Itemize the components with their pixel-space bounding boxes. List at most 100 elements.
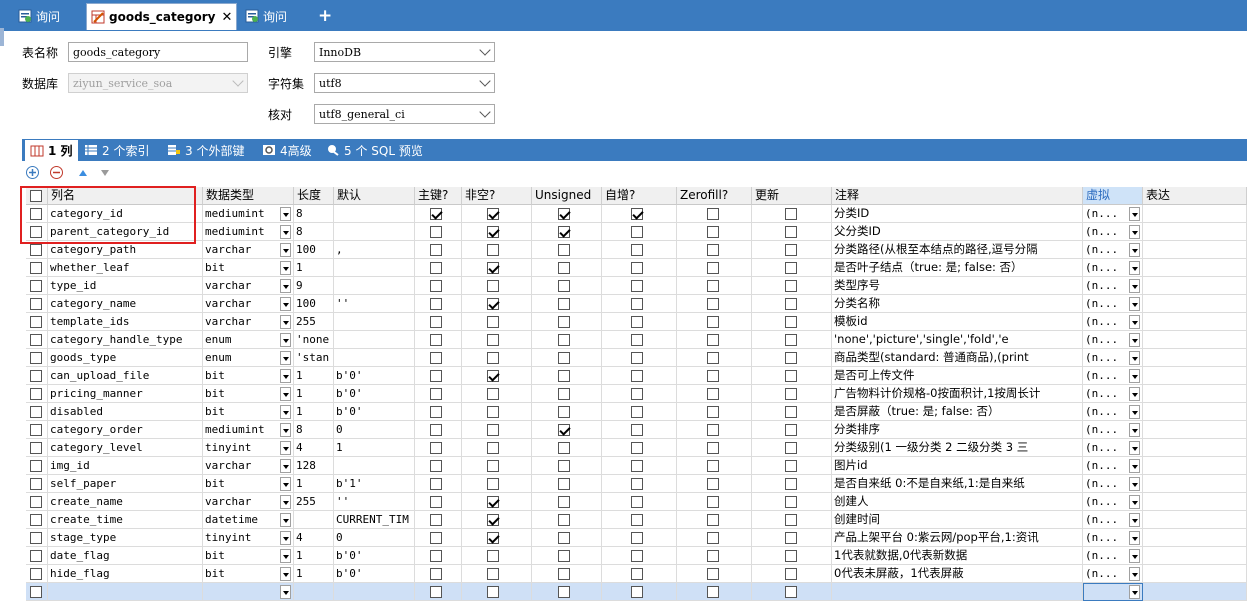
comment-cell[interactable]: 产品上架平台 0:紫云网/pop平台,1:资讯 (832, 529, 1083, 547)
primary-key-checkbox[interactable] (430, 352, 442, 364)
unsigned-checkbox[interactable] (558, 370, 570, 382)
table-row[interactable]: can_upload_file bit 1 b'0' 是否可上传文件 (n... (26, 367, 1247, 385)
row-select-checkbox[interactable] (30, 514, 42, 526)
table-row[interactable]: pricing_manner bit 1 b'0' 广告物料计价规格-0按面积计,1按周… (26, 385, 1247, 403)
expression-cell[interactable] (1143, 439, 1247, 457)
unsigned-checkbox[interactable] (558, 442, 570, 454)
auto-increment-checkbox[interactable] (631, 316, 643, 328)
on-update-checkbox[interactable] (785, 442, 797, 454)
row-select-checkbox[interactable] (30, 316, 42, 328)
table-name-input[interactable]: goods_category (68, 42, 248, 62)
default-cell[interactable] (334, 259, 415, 277)
move-up-icon[interactable] (78, 169, 88, 177)
length-cell[interactable]: 255 (294, 313, 334, 331)
type-dropdown-icon[interactable] (280, 495, 291, 509)
comment-cell[interactable]: 图片id (832, 457, 1083, 475)
table-row[interactable]: category_level tinyint 4 1 分类级别(1 一级分类 2 二级分… (26, 439, 1247, 457)
zerofill-checkbox[interactable] (707, 496, 719, 508)
table-row[interactable]: category_id mediumint 8 分类ID (n... (26, 205, 1247, 223)
on-update-checkbox[interactable] (785, 586, 797, 598)
type-dropdown-icon[interactable] (280, 423, 291, 437)
on-update-checkbox[interactable] (785, 550, 797, 562)
auto-increment-checkbox[interactable] (631, 406, 643, 418)
type-dropdown-icon[interactable] (280, 567, 291, 581)
tab-indexes[interactable]: 2 个索引 (84, 139, 149, 161)
type-dropdown-icon[interactable] (280, 351, 291, 365)
comment-cell[interactable]: 0代表未屏蔽，1代表屏蔽 (832, 565, 1083, 583)
comment-cell[interactable]: 是否可上传文件 (832, 367, 1083, 385)
comment-cell[interactable]: 是否屏蔽（true: 是; false: 否） (832, 403, 1083, 421)
primary-key-checkbox[interactable] (430, 406, 442, 418)
comment-cell[interactable]: 分类名称 (832, 295, 1083, 313)
default-cell[interactable]: b'1' (334, 475, 415, 493)
unsigned-checkbox[interactable] (558, 514, 570, 526)
not-null-checkbox[interactable] (487, 478, 499, 490)
column-name-cell[interactable]: hide_flag (48, 565, 203, 583)
tab-advanced[interactable]: 4高级 (262, 139, 312, 161)
length-cell[interactable]: 'stan (294, 349, 334, 367)
header-data-type[interactable]: 数据类型 (203, 187, 294, 205)
table-row[interactable]: category_path varchar 100, 分类路径(从根至本结点的路径,逗… (26, 241, 1247, 259)
length-cell[interactable]: 255 (294, 493, 334, 511)
header-length[interactable]: 长度 (294, 187, 334, 205)
zerofill-checkbox[interactable] (707, 478, 719, 490)
not-null-checkbox[interactable] (487, 334, 499, 346)
length-cell[interactable]: 1 (294, 475, 334, 493)
column-name-cell[interactable]: create_name (48, 493, 203, 511)
type-dropdown-icon[interactable] (280, 243, 291, 257)
on-update-checkbox[interactable] (785, 496, 797, 508)
primary-key-checkbox[interactable] (430, 262, 442, 274)
zerofill-checkbox[interactable] (707, 442, 719, 454)
length-cell[interactable]: 1 (294, 547, 334, 565)
table-row[interactable]: hide_flag bit 1 b'0' 0代表未屏蔽，1代表屏蔽 (n... (26, 565, 1247, 583)
zerofill-checkbox[interactable] (707, 514, 719, 526)
virtual-dropdown-icon[interactable] (1129, 297, 1140, 311)
auto-increment-checkbox[interactable] (631, 460, 643, 472)
on-update-checkbox[interactable] (785, 208, 797, 220)
column-name-cell[interactable]: pricing_manner (48, 385, 203, 403)
virtual-dropdown-icon[interactable] (1129, 315, 1140, 329)
expression-cell[interactable] (1143, 241, 1247, 259)
on-update-checkbox[interactable] (785, 334, 797, 346)
unsigned-checkbox[interactable] (558, 496, 570, 508)
tab-query-1[interactable]: 询问 (18, 4, 60, 28)
zerofill-checkbox[interactable] (707, 424, 719, 436)
expression-cell[interactable] (1143, 493, 1247, 511)
type-dropdown-icon[interactable] (280, 459, 291, 473)
default-cell[interactable] (334, 457, 415, 475)
default-cell[interactable] (334, 205, 415, 223)
row-select-checkbox[interactable] (30, 496, 42, 508)
expression-cell[interactable] (1143, 223, 1247, 241)
column-name-cell[interactable]: date_flag (48, 547, 203, 565)
not-null-checkbox[interactable] (487, 514, 499, 526)
unsigned-checkbox[interactable] (558, 208, 570, 220)
auto-increment-checkbox[interactable] (631, 586, 643, 598)
primary-key-checkbox[interactable] (430, 586, 442, 598)
default-cell[interactable] (334, 277, 415, 295)
primary-key-checkbox[interactable] (430, 244, 442, 256)
expression-cell[interactable] (1143, 367, 1247, 385)
not-null-checkbox[interactable] (487, 532, 499, 544)
zerofill-checkbox[interactable] (707, 586, 719, 598)
table-row[interactable]: create_time datetime CURRENT_TIM 创建时间 (n... (26, 511, 1247, 529)
column-name-cell[interactable]: category_name (48, 295, 203, 313)
row-select-checkbox[interactable] (30, 532, 42, 544)
table-row[interactable]: whether_leaf bit 1 是否叶子结点（true: 是; false: 否… (26, 259, 1247, 277)
default-cell[interactable]: , (334, 241, 415, 259)
expression-cell[interactable] (1143, 331, 1247, 349)
auto-increment-checkbox[interactable] (631, 334, 643, 346)
length-cell[interactable]: 8 (294, 421, 334, 439)
type-dropdown-icon[interactable] (280, 279, 291, 293)
default-cell[interactable]: b'0' (334, 385, 415, 403)
primary-key-checkbox[interactable] (430, 442, 442, 454)
expression-cell[interactable] (1143, 547, 1247, 565)
table-row[interactable]: date_flag bit 1 b'0' 1代表就数据,0代表新数据 (n... (26, 547, 1247, 565)
auto-increment-checkbox[interactable] (631, 352, 643, 364)
primary-key-checkbox[interactable] (430, 298, 442, 310)
not-null-checkbox[interactable] (487, 262, 499, 274)
not-null-checkbox[interactable] (487, 568, 499, 580)
row-select-checkbox[interactable] (30, 442, 42, 454)
unsigned-checkbox[interactable] (558, 478, 570, 490)
zerofill-checkbox[interactable] (707, 460, 719, 472)
default-cell[interactable]: b'0' (334, 367, 415, 385)
